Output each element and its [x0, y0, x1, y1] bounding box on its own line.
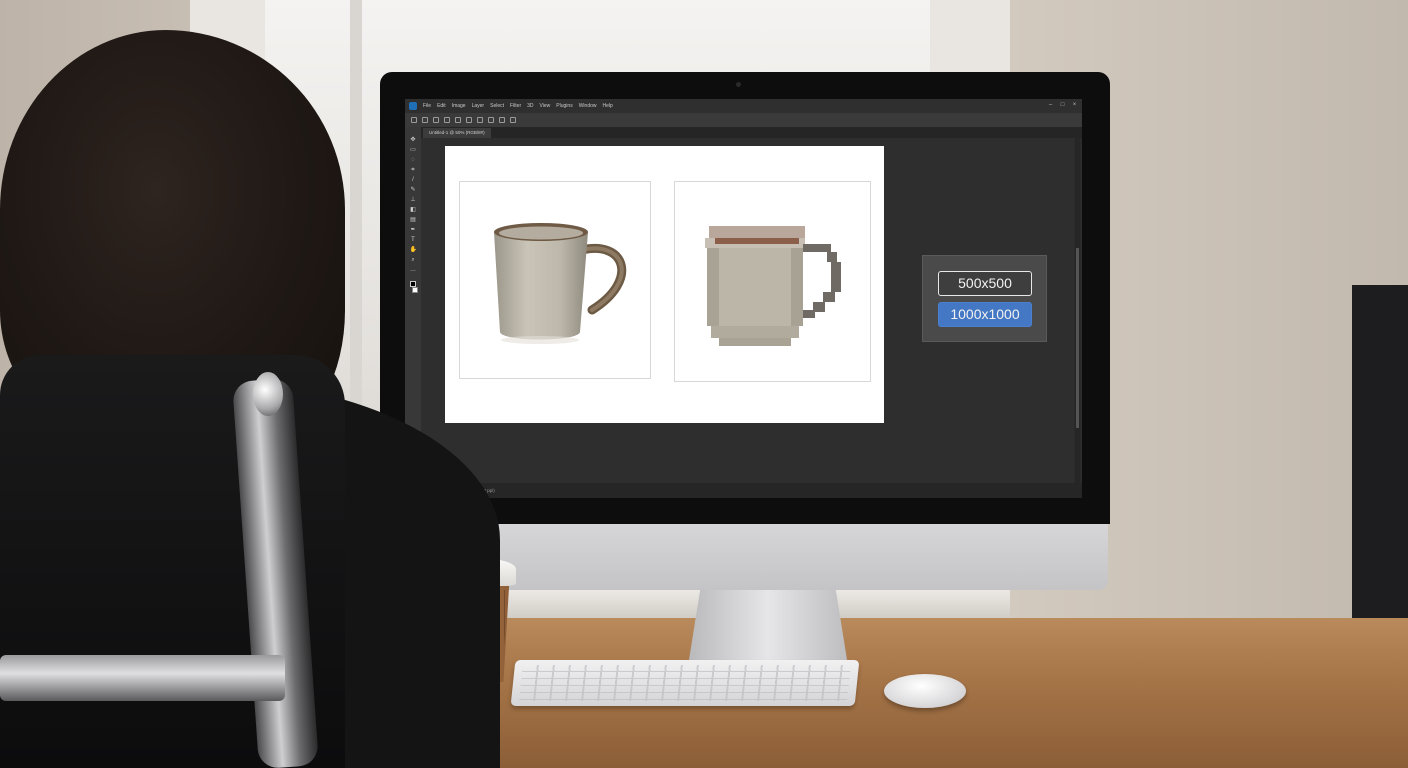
option-icon[interactable] [444, 117, 450, 123]
mug-illustration [494, 223, 627, 344]
chair-knob [253, 372, 283, 416]
document-tab[interactable]: Untitled-1 @ 50% (RGB/8#) [423, 128, 491, 138]
window-controls: – □ × [1047, 102, 1078, 109]
crop-icon[interactable]: ⌗ [410, 167, 417, 174]
keyboard-keys [519, 665, 851, 701]
menu-help[interactable]: Help [603, 103, 613, 109]
menu-edit[interactable]: Edit [437, 103, 446, 109]
lasso-icon[interactable]: ◌ [410, 157, 417, 164]
canvas-document[interactable] [445, 146, 884, 423]
size-1000-button[interactable]: 1000x1000 [938, 302, 1032, 327]
sharp-mug-image [459, 181, 651, 379]
zoom-icon[interactable]: ⌕ [410, 257, 417, 264]
move-icon[interactable]: ✥ [410, 137, 417, 144]
gradient-icon[interactable]: ▤ [410, 217, 417, 224]
3d-mode-icon[interactable] [510, 117, 516, 123]
app-menubar: File Edit Image Layer Select Filter 3D V… [405, 99, 1082, 113]
background-color-swatch[interactable] [412, 287, 418, 293]
menu-image[interactable]: Image [452, 103, 466, 109]
eyedropper-icon[interactable]: / [410, 177, 417, 184]
menu-3d[interactable]: 3D [527, 103, 533, 109]
option-icon[interactable] [433, 117, 439, 123]
3d-mode-icon[interactable] [499, 117, 505, 123]
monitor-screen: File Edit Image Layer Select Filter 3D V… [405, 99, 1082, 498]
eraser-icon[interactable]: ◧ [410, 207, 417, 214]
webcam [736, 82, 741, 87]
size-chooser-panel: 500x500 1000x1000 [922, 255, 1047, 342]
menu-select[interactable]: Select [490, 103, 504, 109]
size-500-button[interactable]: 500x500 [938, 271, 1032, 296]
maximize-icon[interactable]: □ [1059, 102, 1066, 109]
home-icon[interactable] [411, 117, 417, 123]
status-bar: 50% 1000 px x 500 px (72 ppi) [405, 483, 1082, 498]
menu-file[interactable]: File [423, 103, 431, 109]
keyboard [510, 660, 860, 706]
menu-window[interactable]: Window [579, 103, 597, 109]
vertical-scrollbar[interactable] [1075, 138, 1080, 483]
minimize-icon[interactable]: – [1047, 102, 1054, 109]
brush-icon[interactable]: ✎ [410, 187, 417, 194]
monitor-stand [688, 586, 848, 666]
marquee-icon[interactable]: ▭ [410, 147, 417, 154]
type-icon[interactable]: T [410, 237, 417, 244]
menu-view[interactable]: View [540, 103, 551, 109]
menu-layer[interactable]: Layer [472, 103, 485, 109]
pixelated-mug-illustration [705, 226, 841, 346]
tool-preset-icon[interactable] [422, 117, 428, 123]
distribute-icon[interactable] [488, 117, 494, 123]
options-bar [405, 113, 1082, 127]
menu-plugins[interactable]: Plugins [556, 103, 572, 109]
stamp-icon[interactable]: ⊥ [410, 197, 417, 204]
chair-armrest [0, 655, 285, 701]
align-icon[interactable] [466, 117, 472, 123]
menu-filter[interactable]: Filter [510, 103, 521, 109]
dark-wall-panel [1352, 285, 1408, 645]
hand-icon[interactable]: ✋ [410, 247, 417, 254]
document-tabbar: Untitled-1 @ 50% (RGB/8#) [421, 127, 1082, 138]
more-tools-icon[interactable]: … [410, 267, 417, 274]
pixelated-mug-image [674, 181, 871, 382]
align-icon[interactable] [455, 117, 461, 123]
pen-icon[interactable]: ✒ [410, 227, 417, 234]
close-icon[interactable]: × [1071, 102, 1078, 109]
scrollbar-thumb[interactable] [1076, 248, 1079, 428]
app-logo-icon [409, 102, 417, 110]
mouse [884, 674, 966, 708]
align-icon[interactable] [477, 117, 483, 123]
